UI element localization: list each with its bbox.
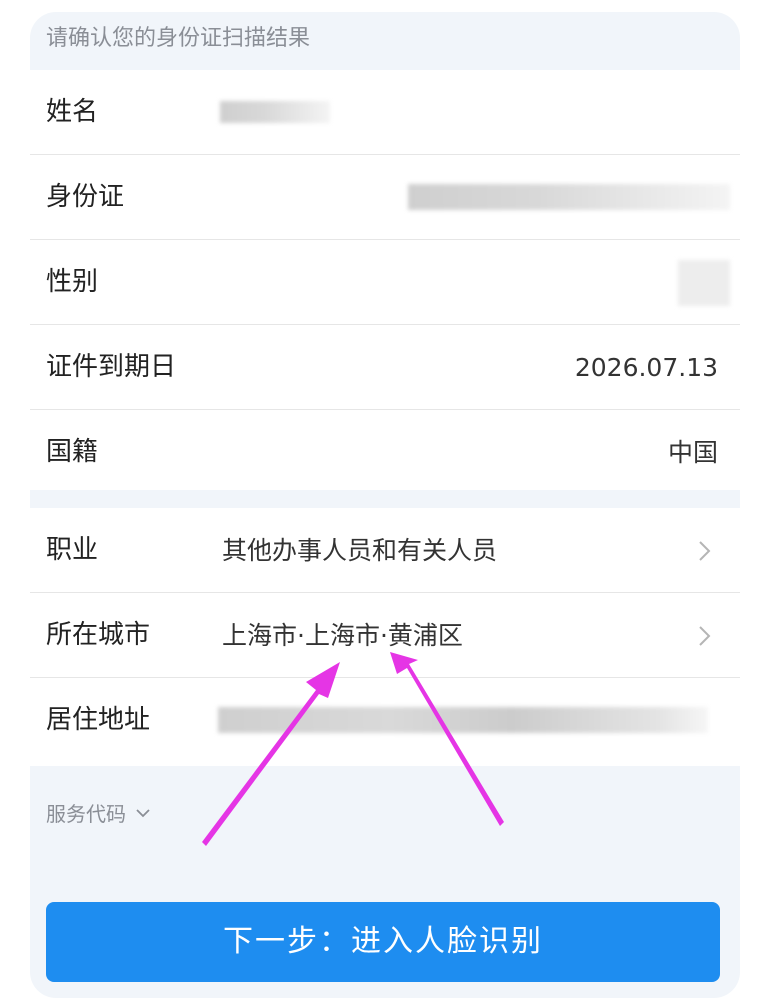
nationality-label: 国籍 [46,437,99,467]
id-info-group: 姓名 身份证 性别 证件到期日 2026.07.13 国籍 中国 [30,70,740,490]
chevron-right-icon [699,626,711,646]
expiry-row: 证件到期日 2026.07.13 [30,325,740,410]
expiry-value: 2026.07.13 [574,353,718,382]
service-code-label: 服务代码 [46,802,126,826]
nationality-row: 国籍 中国 [30,410,740,495]
occupation-value: 其他办事人员和有关人员 [222,536,498,565]
address-value-redacted [218,707,708,733]
expiry-label: 证件到期日 [46,352,177,382]
nationality-value: 中国 [667,438,718,467]
occupation-label: 职业 [46,535,99,565]
next-face-recognition-button[interactable]: 下一步：进入人脸识别 [46,902,720,982]
city-label: 所在城市 [46,620,151,650]
name-label: 姓名 [46,97,99,127]
occupation-row[interactable]: 职业 其他办事人员和有关人员 [30,508,740,593]
name-row: 姓名 [30,70,740,155]
city-row[interactable]: 所在城市 上海市·上海市·黄浦区 [30,593,740,678]
id-number-row: 身份证 [30,155,740,240]
address-label: 居住地址 [46,705,151,735]
chevron-down-icon [136,808,150,817]
city-value: 上海市·上海市·黄浦区 [222,621,463,650]
chevron-right-icon [699,541,711,561]
address-row[interactable]: 居住地址 [30,678,740,763]
service-code-toggle[interactable]: 服务代码 [46,798,152,827]
page-header: 请确认您的身份证扫描结果 [46,26,311,51]
gender-label: 性别 [46,267,99,297]
id-number-value-redacted [408,184,730,210]
profile-group: 职业 其他办事人员和有关人员 所在城市 上海市·上海市·黄浦区 居住地址 [30,508,740,766]
gender-row: 性别 [30,240,740,325]
gender-value-redacted [678,260,730,306]
id-confirmation-card: 请确认您的身份证扫描结果 姓名 身份证 性别 证件到期日 2026.07.13 … [30,12,740,998]
name-value-redacted [220,101,330,123]
id-number-label: 身份证 [46,182,125,212]
